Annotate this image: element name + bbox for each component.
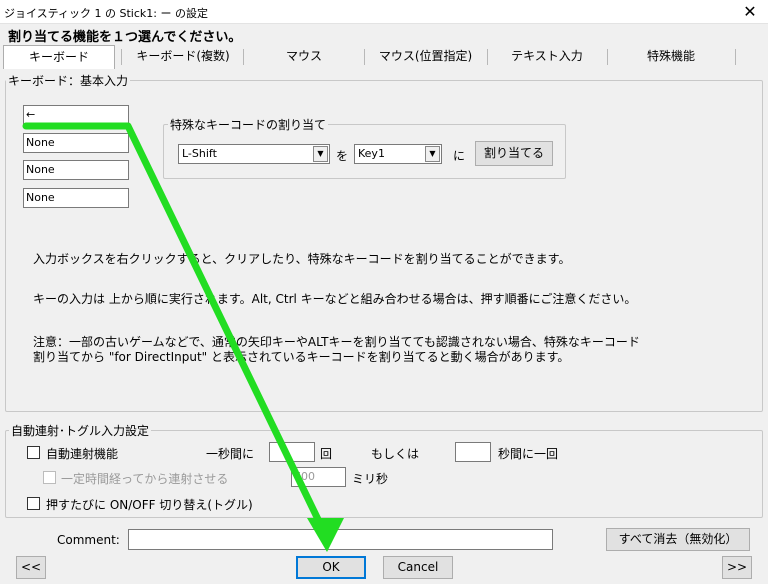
keyboard-basic-group-title: キーボード：基本入力: [6, 72, 131, 89]
key-input-2[interactable]: None: [23, 133, 129, 153]
cancel-button[interactable]: Cancel: [383, 556, 453, 579]
special-key-group-title: 特殊なキーコードの割り当て: [168, 116, 329, 133]
instruction-text: 割り当てる機能を１つ選んでください。: [8, 30, 242, 45]
comment-label: Comment:: [57, 533, 120, 547]
delay-fire-checkbox[interactable]: [43, 471, 56, 484]
ni-label: に: [453, 149, 466, 163]
seconds-input[interactable]: [455, 442, 491, 462]
tab-mouse[interactable]: マウス: [244, 45, 364, 69]
per-second-label: 一秒間に: [206, 447, 255, 461]
toggle-label: 押すたびに ON/OFF 切り替え(トグル): [46, 498, 253, 512]
auto-fire-label: 自動連射機能: [46, 447, 119, 461]
chevron-down-icon[interactable]: ▼: [313, 146, 328, 162]
tab-mouse-position[interactable]: マウス(位置指定): [365, 45, 486, 69]
help-text-note-2: 割り当てから "for DirectInput" と表示されているキーコードを割…: [33, 350, 570, 364]
prev-button[interactable]: <<: [16, 556, 46, 579]
assign-button[interactable]: 割り当てる: [475, 141, 553, 166]
tab-special-functions[interactable]: 特殊機能: [608, 45, 734, 69]
delay-ms-input[interactable]: 700: [291, 467, 346, 487]
or-label: もしくは: [371, 447, 420, 461]
wo-label: を: [336, 149, 349, 163]
per-second-input[interactable]: [269, 442, 315, 462]
auto-fire-group-title: 自動連射･トグル入力設定: [9, 422, 152, 439]
target-key-select-value: Key1: [358, 147, 385, 160]
window-title: ジョイスティック 1 の Stick1: ー の設定: [4, 7, 208, 20]
tab-bar: キーボード キーボード(複数) マウス マウス(位置指定) テキスト入力 特殊機…: [3, 45, 765, 69]
close-icon[interactable]: ✕: [732, 0, 768, 24]
auto-fire-checkbox[interactable]: [27, 446, 40, 459]
next-button[interactable]: >>: [722, 556, 752, 579]
title-bar: ジョイスティック 1 の Stick1: ー の設定 ✕: [0, 0, 768, 24]
chevron-down-icon[interactable]: ▼: [425, 146, 440, 162]
tab-text-input[interactable]: テキスト入力: [488, 45, 606, 69]
key-input-3[interactable]: None: [23, 160, 129, 180]
seconds-unit-label: 秒間に一回: [498, 447, 559, 461]
help-text-order: キーの入力は 上から順に実行されます。Alt, Ctrl キーなどと組み合わせる…: [33, 292, 637, 306]
ok-button[interactable]: OK: [296, 556, 366, 579]
special-key-select-value: L-Shift: [182, 147, 217, 160]
ms-unit-label: ミリ秒: [352, 472, 389, 486]
tab-separator: [121, 49, 122, 65]
key-input-1[interactable]: ←: [23, 105, 129, 125]
help-text-right-click: 入力ボックスを右クリックすると、クリアしたり、特殊なキーコードを割り当てることが…: [33, 252, 571, 266]
tab-keyboard[interactable]: キーボード: [3, 45, 115, 69]
toggle-checkbox[interactable]: [27, 497, 40, 510]
comment-input[interactable]: [128, 529, 553, 550]
count-unit-label: 回: [320, 447, 333, 461]
special-key-select[interactable]: L-Shift ▼: [178, 144, 330, 164]
clear-all-button[interactable]: すべて消去（無効化）: [606, 528, 750, 551]
key-input-4[interactable]: None: [23, 188, 129, 208]
tab-separator: [735, 49, 736, 65]
delay-fire-label: 一定時間経ってから連射させる: [61, 472, 229, 486]
target-key-select[interactable]: Key1 ▼: [354, 144, 442, 164]
tab-keyboard-multiple[interactable]: キーボード(複数): [123, 45, 243, 69]
